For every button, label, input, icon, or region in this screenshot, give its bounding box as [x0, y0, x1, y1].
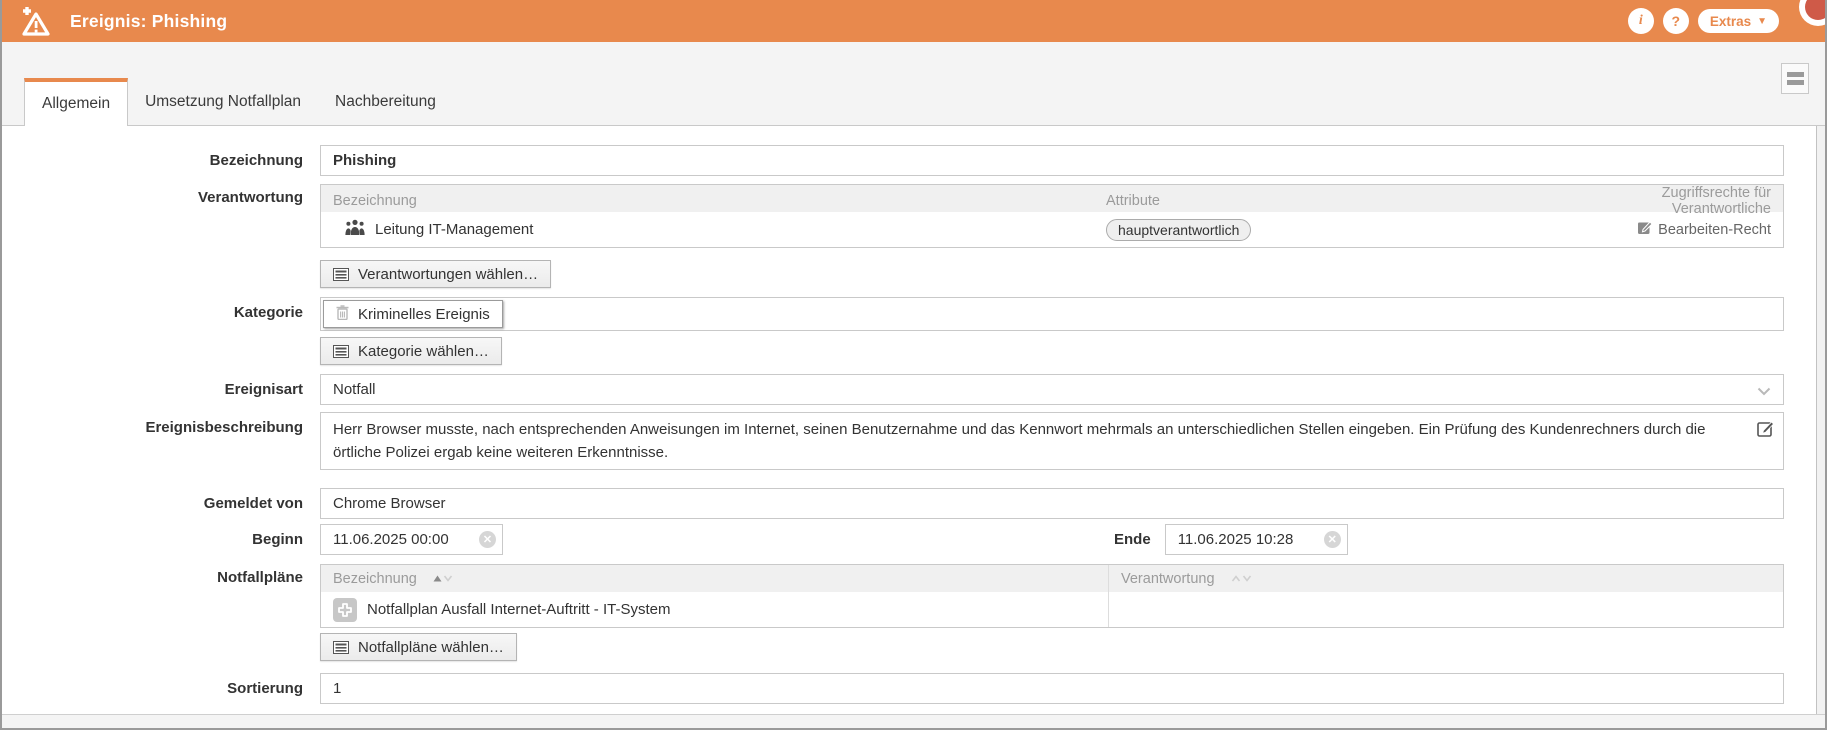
list-icon	[333, 641, 349, 654]
sort-icons[interactable]	[1231, 575, 1252, 582]
chevron-down-icon: ▼	[1757, 16, 1767, 27]
clear-beginn-icon[interactable]: ✕	[479, 531, 496, 548]
ende-label: Ende	[1114, 524, 1151, 555]
ereignisart-value[interactable]	[320, 374, 1784, 405]
edit-icon[interactable]	[1757, 420, 1774, 444]
attribute-badge: hauptverantwortlich	[1106, 219, 1251, 241]
beginn-input[interactable]	[320, 524, 503, 555]
main-area: Allgemein Umsetzung Notfallplan Nachbere…	[2, 42, 1825, 730]
corner-badge[interactable]	[1799, 0, 1827, 26]
app-window: Ereignis: Phishing i ? Extras ▼ Allgemei…	[0, 0, 1827, 730]
verantwortung-col-bezeichnung[interactable]: Bezeichnung	[321, 193, 1106, 209]
clear-ende-icon[interactable]: ✕	[1324, 531, 1341, 548]
list-view-toggle-icon[interactable]	[1781, 63, 1809, 94]
notfallplan-row[interactable]: Notfallplan Ausfall Internet-Auftritt - …	[321, 592, 1783, 627]
choose-category-button[interactable]: Kategorie wählen…	[320, 337, 502, 365]
verantwortung-label: Verantwortung	[2, 184, 320, 206]
list-icon	[333, 345, 349, 358]
list-icon	[333, 268, 349, 281]
tab-umsetzung-notfallplan[interactable]: Umsetzung Notfallplan	[128, 78, 318, 125]
ereignisart-label: Ereignisart	[2, 374, 320, 398]
right-rail	[1816, 54, 1825, 714]
help-button[interactable]: ?	[1663, 8, 1689, 34]
notfallplaene-col-verantwortung[interactable]: Verantwortung	[1108, 565, 1783, 592]
tab-allgemein[interactable]: Allgemein	[24, 78, 128, 126]
emergency-plan-icon	[333, 598, 357, 622]
notfallplaene-col-bezeichnung[interactable]: Bezeichnung	[321, 571, 1108, 587]
trash-icon[interactable]	[336, 305, 349, 324]
page-title: Ereignis: Phishing	[70, 11, 227, 32]
verantwortung-col-zugriffsrechte[interactable]: Zugriffsrechte für Verantwortliche	[1561, 185, 1783, 217]
notfallplaene-label: Notfallpläne	[2, 564, 320, 586]
kategorie-chip-label: Kriminelles Ereignis	[358, 306, 490, 323]
extras-menu-button[interactable]: Extras ▼	[1698, 9, 1779, 33]
verantwortung-table: Bezeichnung Attribute Zugriffsrechte für…	[320, 184, 1784, 248]
bottom-strip	[2, 714, 1825, 730]
ende-input[interactable]	[1165, 524, 1348, 555]
verantwortung-col-attribute[interactable]: Attribute	[1106, 193, 1561, 209]
kategorie-field: Kriminelles Ereignis	[320, 297, 1784, 331]
beginn-label: Beginn	[2, 524, 320, 548]
ereignisbeschreibung-label: Ereignisbeschreibung	[2, 412, 320, 436]
tab-bar: Allgemein Umsetzung Notfallplan Nachbere…	[2, 42, 1825, 126]
tab-nachbereitung[interactable]: Nachbereitung	[318, 78, 453, 125]
sortierung-label: Sortierung	[2, 673, 320, 697]
gemeldet-von-input[interactable]	[320, 488, 1784, 519]
event-form: Bezeichnung Verantwortung Bezeichnung At…	[2, 126, 1825, 704]
gemeldet-von-label: Gemeldet von	[2, 488, 320, 512]
notfallplaene-table: Bezeichnung Verantwortung	[320, 564, 1784, 628]
access-right-label: Bearbeiten-Recht	[1658, 222, 1771, 238]
info-button[interactable]: i	[1628, 8, 1654, 34]
responsibility-name: Leitung IT-Management	[375, 221, 533, 238]
header-bar: Ereignis: Phishing i ? Extras ▼	[2, 0, 1825, 42]
choose-responsibilities-button[interactable]: Verantwortungen wählen…	[320, 260, 551, 288]
bezeichnung-label: Bezeichnung	[2, 145, 320, 169]
ereignisbeschreibung-textarea[interactable]: Herr Browser musste, nach entsprechenden…	[320, 412, 1784, 470]
group-icon	[345, 219, 365, 240]
ereignisbeschreibung-text: Herr Browser musste, nach entsprechenden…	[333, 421, 1706, 461]
notfallplan-verantwortung-cell	[1108, 592, 1783, 627]
ende-field: ✕	[1165, 524, 1348, 555]
notfallplan-name: Notfallplan Ausfall Internet-Auftritt - …	[367, 601, 670, 618]
ereignisart-select[interactable]	[320, 374, 1784, 405]
chevron-down-icon[interactable]	[1757, 383, 1771, 401]
kategorie-chip[interactable]: Kriminelles Ereignis	[323, 300, 503, 328]
sort-asc-active-icon[interactable]	[433, 575, 453, 582]
bezeichnung-input[interactable]	[320, 145, 1784, 176]
extras-label: Extras	[1710, 14, 1751, 29]
verantwortung-row[interactable]: Leitung IT-Management hauptverantwortlic…	[321, 212, 1783, 247]
edit-permission-icon	[1637, 220, 1652, 239]
kategorie-label: Kategorie	[2, 297, 320, 321]
choose-emergency-plans-button[interactable]: Notfallpläne wählen…	[320, 633, 517, 661]
event-warning-plus-icon	[20, 6, 56, 36]
beginn-field: ✕	[320, 524, 503, 555]
sortierung-input[interactable]	[320, 673, 1784, 704]
